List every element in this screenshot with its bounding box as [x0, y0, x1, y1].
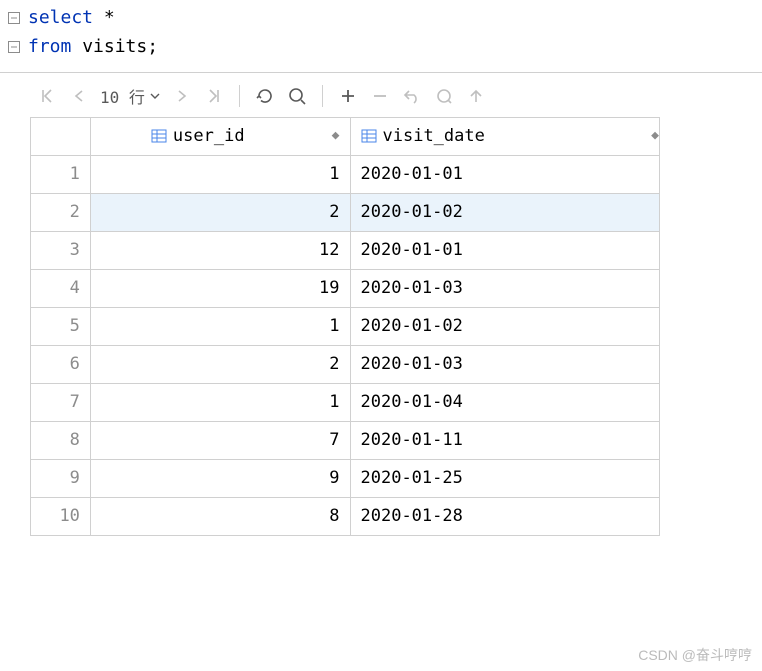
- row-number[interactable]: 1: [31, 156, 91, 194]
- first-page-button[interactable]: [34, 83, 60, 109]
- cell-visit-date[interactable]: 2020-01-25: [351, 460, 661, 498]
- next-page-button[interactable]: [169, 83, 195, 109]
- stop-refresh-button[interactable]: [284, 83, 310, 109]
- column-icon: [151, 128, 167, 144]
- sort-icon[interactable]: ◆: [651, 133, 659, 139]
- results-table[interactable]: user_id ◆ visit_date ◆ 112020-01-0122202…: [30, 117, 660, 536]
- watermark: CSDN @奋斗哼哼: [638, 645, 752, 665]
- row-number[interactable]: 8: [31, 422, 91, 460]
- cell-user-id[interactable]: 1: [91, 156, 351, 194]
- submit-button[interactable]: [463, 83, 489, 109]
- table-row[interactable]: 512020-01-02: [31, 308, 660, 346]
- chevron-down-icon: [149, 90, 161, 102]
- row-number[interactable]: 9: [31, 460, 91, 498]
- cell-visit-date[interactable]: 2020-01-01: [351, 156, 661, 194]
- column-name: user_id: [173, 126, 332, 146]
- cell-user-id[interactable]: 2: [91, 194, 351, 232]
- page-size-dropdown[interactable]: 10 行: [98, 84, 163, 108]
- fold-minus-icon[interactable]: [0, 12, 28, 24]
- table-row[interactable]: 622020-01-03: [31, 346, 660, 384]
- table-row[interactable]: 222020-01-02: [31, 194, 660, 232]
- cell-user-id[interactable]: 19: [91, 270, 351, 308]
- prev-page-button[interactable]: [66, 83, 92, 109]
- column-header-user-id[interactable]: user_id ◆: [91, 118, 351, 156]
- sql-keyword: from: [28, 36, 71, 57]
- sql-text: visits;: [71, 36, 158, 57]
- toolbar-separator: [239, 85, 240, 107]
- row-number-header[interactable]: [31, 118, 91, 156]
- cell-user-id[interactable]: 12: [91, 232, 351, 270]
- column-name: visit_date: [383, 126, 652, 146]
- cell-user-id[interactable]: 8: [91, 498, 351, 536]
- cell-user-id[interactable]: 2: [91, 346, 351, 384]
- table-row[interactable]: 712020-01-04: [31, 384, 660, 422]
- row-number[interactable]: 2: [31, 194, 91, 232]
- cell-visit-date[interactable]: 2020-01-28: [351, 498, 661, 536]
- sql-text: *: [93, 7, 115, 28]
- cell-user-id[interactable]: 7: [91, 422, 351, 460]
- cell-visit-date[interactable]: 2020-01-02: [351, 308, 661, 346]
- table-row[interactable]: 872020-01-11: [31, 422, 660, 460]
- page-size-label: 10 行: [100, 84, 145, 108]
- cell-visit-date[interactable]: 2020-01-01: [351, 232, 661, 270]
- fold-end-icon[interactable]: [0, 41, 28, 53]
- row-number[interactable]: 6: [31, 346, 91, 384]
- remove-row-button[interactable]: [367, 83, 393, 109]
- cell-user-id[interactable]: 1: [91, 308, 351, 346]
- cell-visit-date[interactable]: 2020-01-03: [351, 270, 661, 308]
- last-page-button[interactable]: [201, 83, 227, 109]
- table-row[interactable]: 3122020-01-01: [31, 232, 660, 270]
- commit-button[interactable]: [431, 83, 457, 109]
- cell-visit-date[interactable]: 2020-01-11: [351, 422, 661, 460]
- row-number[interactable]: 5: [31, 308, 91, 346]
- table-row[interactable]: 112020-01-01: [31, 156, 660, 194]
- cell-user-id[interactable]: 9: [91, 460, 351, 498]
- cell-user-id[interactable]: 1: [91, 384, 351, 422]
- table-row[interactable]: 1082020-01-28: [31, 498, 660, 536]
- sort-icon[interactable]: ◆: [332, 133, 340, 139]
- sql-editor[interactable]: select * from visits;: [0, 0, 762, 72]
- row-number[interactable]: 4: [31, 270, 91, 308]
- toolbar-separator: [322, 85, 323, 107]
- cell-visit-date[interactable]: 2020-01-04: [351, 384, 661, 422]
- row-number[interactable]: 10: [31, 498, 91, 536]
- cell-visit-date[interactable]: 2020-01-03: [351, 346, 661, 384]
- column-header-visit-date[interactable]: visit_date ◆: [351, 118, 661, 156]
- table-header: user_id ◆ visit_date ◆: [31, 118, 660, 156]
- row-number[interactable]: 7: [31, 384, 91, 422]
- revert-button[interactable]: [399, 83, 425, 109]
- table-row[interactable]: 992020-01-25: [31, 460, 660, 498]
- results-panel: 10 行 user_id ◆: [0, 72, 762, 536]
- row-number[interactable]: 3: [31, 232, 91, 270]
- results-toolbar: 10 行: [30, 79, 762, 117]
- add-row-button[interactable]: [335, 83, 361, 109]
- cell-visit-date[interactable]: 2020-01-02: [351, 194, 661, 232]
- table-row[interactable]: 4192020-01-03: [31, 270, 660, 308]
- sql-keyword: select: [28, 7, 93, 28]
- column-icon: [361, 128, 377, 144]
- refresh-button[interactable]: [252, 83, 278, 109]
